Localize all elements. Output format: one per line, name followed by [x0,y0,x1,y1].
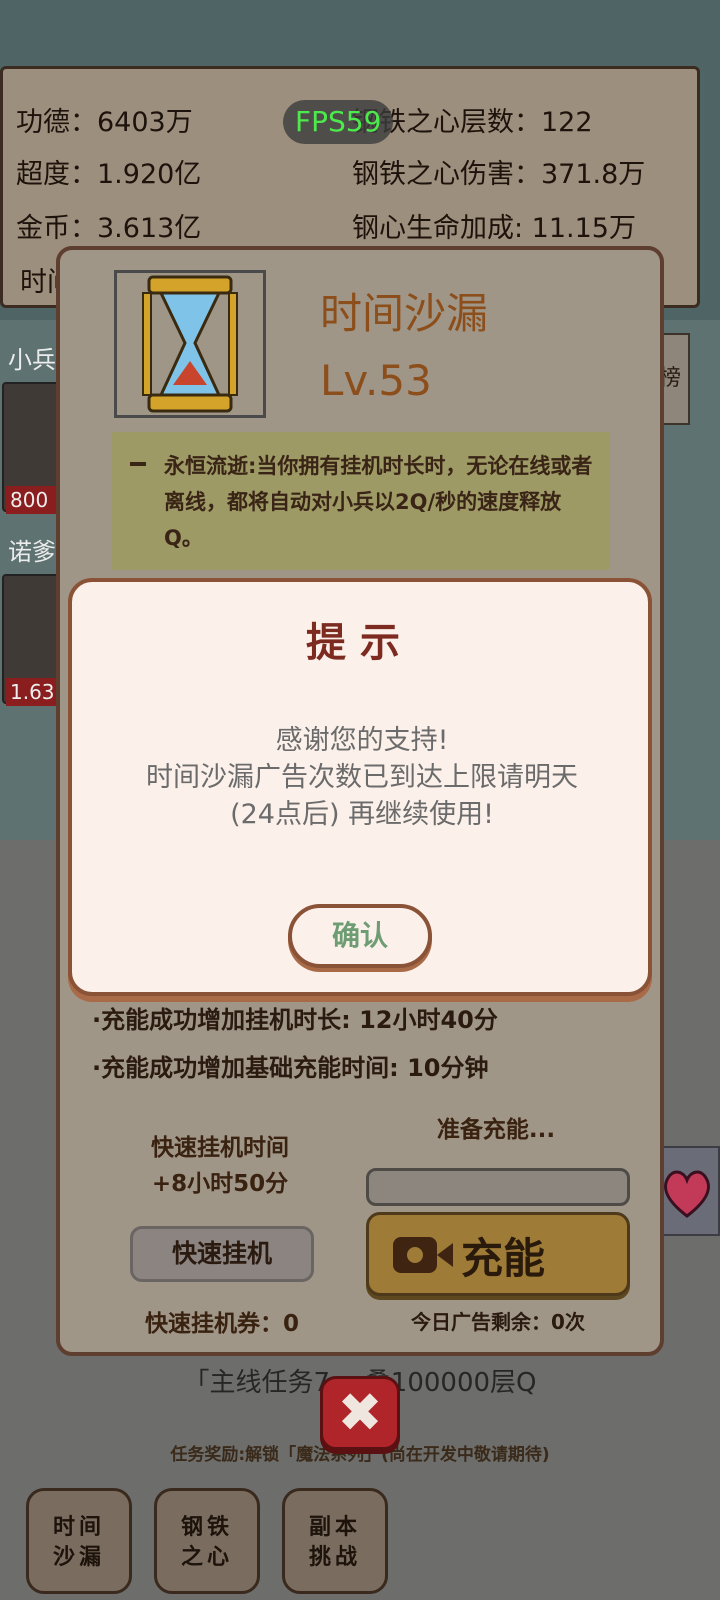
dialog-title: 提示 [306,620,414,666]
fps-counter: FPS59 [283,100,393,144]
charge-base-gain: ·充能成功增加基础充能时间: 10分钟 [92,1054,489,1082]
top-bar [0,0,720,64]
charge-button-label: 充能 [461,1234,546,1283]
charge-button[interactable]: 充能 [366,1212,630,1296]
charge-progress-bar [366,1168,630,1206]
confirm-button[interactable]: 确认 [288,904,432,968]
dialog-message-line2: 时间沙漏广告次数已到达上限请明天 [146,762,578,793]
iron-hp-bonus-stat: 钢心生命加成: 11.15万 [352,213,636,244]
nav-dungeon-button[interactable]: 副本 挑战 [282,1488,388,1594]
bullet-dash [130,462,146,466]
video-camera-icon [393,1237,437,1273]
charge-status-label: 准备充能... [436,1117,556,1143]
hourglass-icon [114,270,266,418]
nav-iron-heart-button[interactable]: 钢铁 之心 [154,1488,260,1594]
item-level: Lv.53 [320,356,432,405]
item-title: 时间沙漏 [320,289,489,338]
lane-label: 诺爹 [8,538,56,566]
quick-idle-button[interactable]: 快速挂机 [130,1226,314,1282]
camera-lens [407,1247,423,1263]
dialog-message: 感谢您的支持! 时间沙漏广告次数已到达上限请明天 (24点后) 再继续使用! [102,722,622,833]
close-x-icon: ✖ [337,1381,383,1444]
ads-remaining-text: 今日广告剩余：0次 [411,1310,585,1334]
nav-label-line1: 钢铁 [180,1515,233,1540]
quick-idle-title: 快速挂机时间 [151,1135,289,1161]
iron-damage-stat: 钢铁之心伤害：371.8万 [352,159,646,190]
transcend-stat: 超度：1.920亿 [16,159,202,190]
camera-tri [437,1243,453,1267]
nav-hourglass-button[interactable]: 时间 沙漏 [26,1488,132,1594]
lane-label: 小兵 [8,346,56,374]
nav-label-line2: 之心 [180,1545,233,1570]
hint-dialog: 提示 感谢您的支持! 时间沙漏广告次数已到达上限请明天 (24点后) 再继续使用… [68,578,652,996]
nav-label-line1: 副本 [308,1515,361,1540]
dialog-message-line3: (24点后) 再继续使用! [230,799,494,830]
nav-label-line2: 沙漏 [52,1545,105,1570]
charge-time-gain: ·充能成功增加挂机时长: 12小时40分 [92,1006,498,1034]
enemy-hp: 1.63 [6,678,62,706]
quick-idle-ticket-count: 快速挂机券：0 [144,1311,299,1337]
minion-hp: 800 [6,486,62,514]
quick-idle-gain: +8小时50分 [151,1171,289,1197]
merit-stat: 功德：6403万 [16,107,193,138]
gold-stat: 金币：3.613亿 [16,213,202,244]
item-description: 永恒流逝:当你拥有挂机时长时，无论在线或者离线，都将自动对小兵以2Q/秒的速度释… [164,454,593,550]
nav-label-line1: 时间 [52,1515,105,1540]
nav-label-line2: 挑战 [308,1545,361,1570]
close-button[interactable]: ✖ [320,1376,400,1450]
dialog-message-line1: 感谢您的支持! [275,725,449,756]
quick-idle-info: 快速挂机时间 +8小时50分 [130,1130,310,1202]
